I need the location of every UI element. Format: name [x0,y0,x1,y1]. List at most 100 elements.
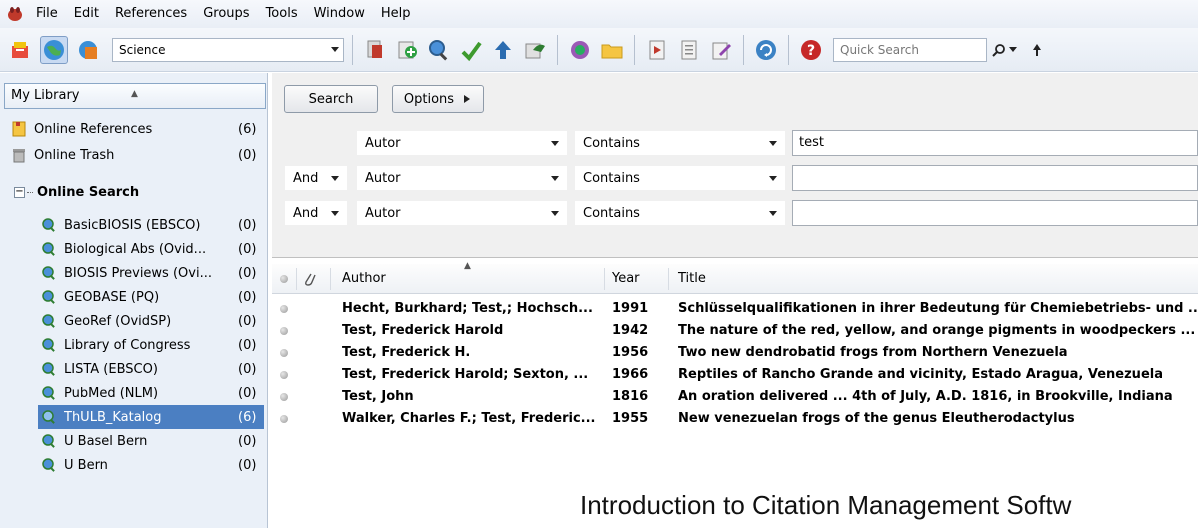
new-reference-button[interactable] [393,36,421,64]
group-online-references[interactable]: Online References (6) [10,117,264,141]
source-label: PubMed (NLM) [64,385,159,401]
export-icon [495,40,511,59]
group-online-trash[interactable]: Online Trash (0) [10,143,264,167]
menu-edit[interactable]: Edit [66,3,107,25]
source-count: (0) [238,457,257,473]
title-column-header[interactable]: Title [678,264,1178,294]
table-row[interactable]: Test, Frederick Harold; Sexton, ... 1966… [272,364,1198,386]
online-search-button[interactable] [425,36,453,64]
search-field-select-1[interactable]: Autor [356,130,568,156]
menu-references[interactable]: References [107,3,195,25]
source-pubmed[interactable]: PubMed (NLM) (0) [40,381,264,405]
sort-caret-icon: ▲ [131,89,138,99]
table-row[interactable]: Test, John 1816 An oration delivered ...… [272,386,1198,408]
search-term-input-3[interactable] [792,200,1198,226]
boolean-select-3[interactable]: And [284,200,348,226]
source-u-basel-bern[interactable]: U Basel Bern (0) [40,429,264,453]
insert-citation-word-button[interactable] [643,36,671,64]
source-label: Biological Abs (Ovid... [64,241,207,257]
online-search-group-header[interactable]: − Online Search [14,185,139,200]
format-bibliography-button[interactable] [675,36,703,64]
chevron-down-icon [551,175,559,181]
quick-search-button[interactable] [989,38,1019,62]
find-full-text-icon [571,40,589,59]
table-row[interactable]: Hecht, Burkhard; Test,; Hochsch... 1991 … [272,298,1198,320]
find-full-text-button[interactable] [566,36,594,64]
sync-button[interactable] [752,36,780,64]
menu-file[interactable]: File [28,3,66,25]
search-operator-select-3[interactable]: Contains [574,200,786,226]
read-status-column[interactable] [280,264,292,294]
search-operator-value: Contains [583,205,640,221]
column-separator [604,268,605,290]
source-library-of-congress[interactable]: Library of Congress (0) [40,333,264,357]
search-field-select-3[interactable]: Autor [356,200,568,226]
chevron-down-icon [769,175,777,181]
boolean-value: And [293,170,319,186]
author-column-header[interactable]: Author [342,264,602,294]
source-lista[interactable]: LISTA (EBSCO) (0) [40,357,264,381]
unread-dot-icon [280,415,288,423]
source-label: U Basel Bern [64,433,148,449]
search-field-select-2[interactable]: Autor [356,165,568,191]
toolbar-separator [788,34,789,65]
search-button[interactable]: Search [284,85,378,113]
edit-citation-icon [712,42,731,59]
unread-dot-icon [280,327,288,335]
slide-title: Introduction to Citation Management Soft… [580,490,1072,520]
quick-search-input[interactable]: Quick Search [833,37,987,62]
read-status-icon [280,275,288,283]
integrated-library-button[interactable] [74,36,102,64]
local-library-icon [12,41,28,58]
source-basicbiosis[interactable]: BasicBIOSIS (EBSCO) (0) [40,213,264,237]
table-row[interactable]: Test, Frederick H. 1956 Two new dendroba… [272,342,1198,364]
export-button[interactable] [489,36,517,64]
help-button[interactable]: ? [797,36,825,64]
source-count: (0) [238,337,257,353]
source-biosis-previews[interactable]: BIOSIS Previews (Ovi... (0) [40,261,264,285]
menu-tools[interactable]: Tools [258,3,306,25]
local-library-button[interactable] [6,36,34,64]
title-cell: The nature of the red, yellow, and orang… [678,323,1196,338]
source-biological-abs[interactable]: Biological Abs (Ovid... (0) [40,237,264,261]
open-file-button[interactable] [598,36,626,64]
year-column-header[interactable]: Year [612,264,672,294]
online-search-mode-button[interactable] [40,35,68,64]
search-operator-select-2[interactable]: Contains [574,165,786,191]
import-button[interactable] [457,36,485,64]
search-panel: Search Options Autor Contains test And A… [272,73,1198,258]
open-link-button[interactable] [521,36,549,64]
search-field-value: Autor [365,170,401,186]
search-operator-select-1[interactable]: Contains [574,130,786,156]
source-u-bern[interactable]: U Bern (0) [40,453,264,477]
options-button[interactable]: Options [392,85,484,113]
boolean-select-2[interactable]: And [284,165,348,191]
paperclip-icon [305,273,316,286]
search-term-input-1[interactable]: test [792,130,1198,156]
chevron-down-icon [769,210,777,216]
arrow-up-icon [1033,43,1041,56]
search-term-input-2[interactable] [792,165,1198,191]
source-thulb-katalog[interactable]: ThULB_Katalog (6) [38,405,264,429]
library-header[interactable]: My Library ▲ [4,83,266,109]
source-georef[interactable]: GeoRef (OvidSP) (0) [40,309,264,333]
toolbar-overflow-button[interactable] [1023,36,1051,64]
new-reference-icon [398,41,417,58]
table-row[interactable]: Walker, Charles F.; Test, Frederic... 19… [272,408,1198,430]
source-label: BasicBIOSIS (EBSCO) [64,217,201,233]
menu-help[interactable]: Help [373,3,419,25]
integrated-library-icon [79,40,97,59]
output-style-select[interactable]: Science [112,37,344,62]
menu-groups[interactable]: Groups [195,3,257,25]
insert-citation-button[interactable] [361,36,389,64]
menu-window[interactable]: Window [306,3,373,25]
output-style-value: Science [119,42,166,57]
collapse-icon[interactable]: − [14,187,25,198]
attachment-column[interactable] [302,264,322,294]
menu-bar: File Edit References Groups Tools Window… [0,0,1198,28]
edit-citation-button[interactable] [707,36,735,64]
source-geobase[interactable]: GEOBASE (PQ) (0) [40,285,264,309]
year-cell: 1816 [612,389,649,404]
table-row[interactable]: Test, Frederick Harold 1942 The nature o… [272,320,1198,342]
source-count: (0) [238,217,257,233]
